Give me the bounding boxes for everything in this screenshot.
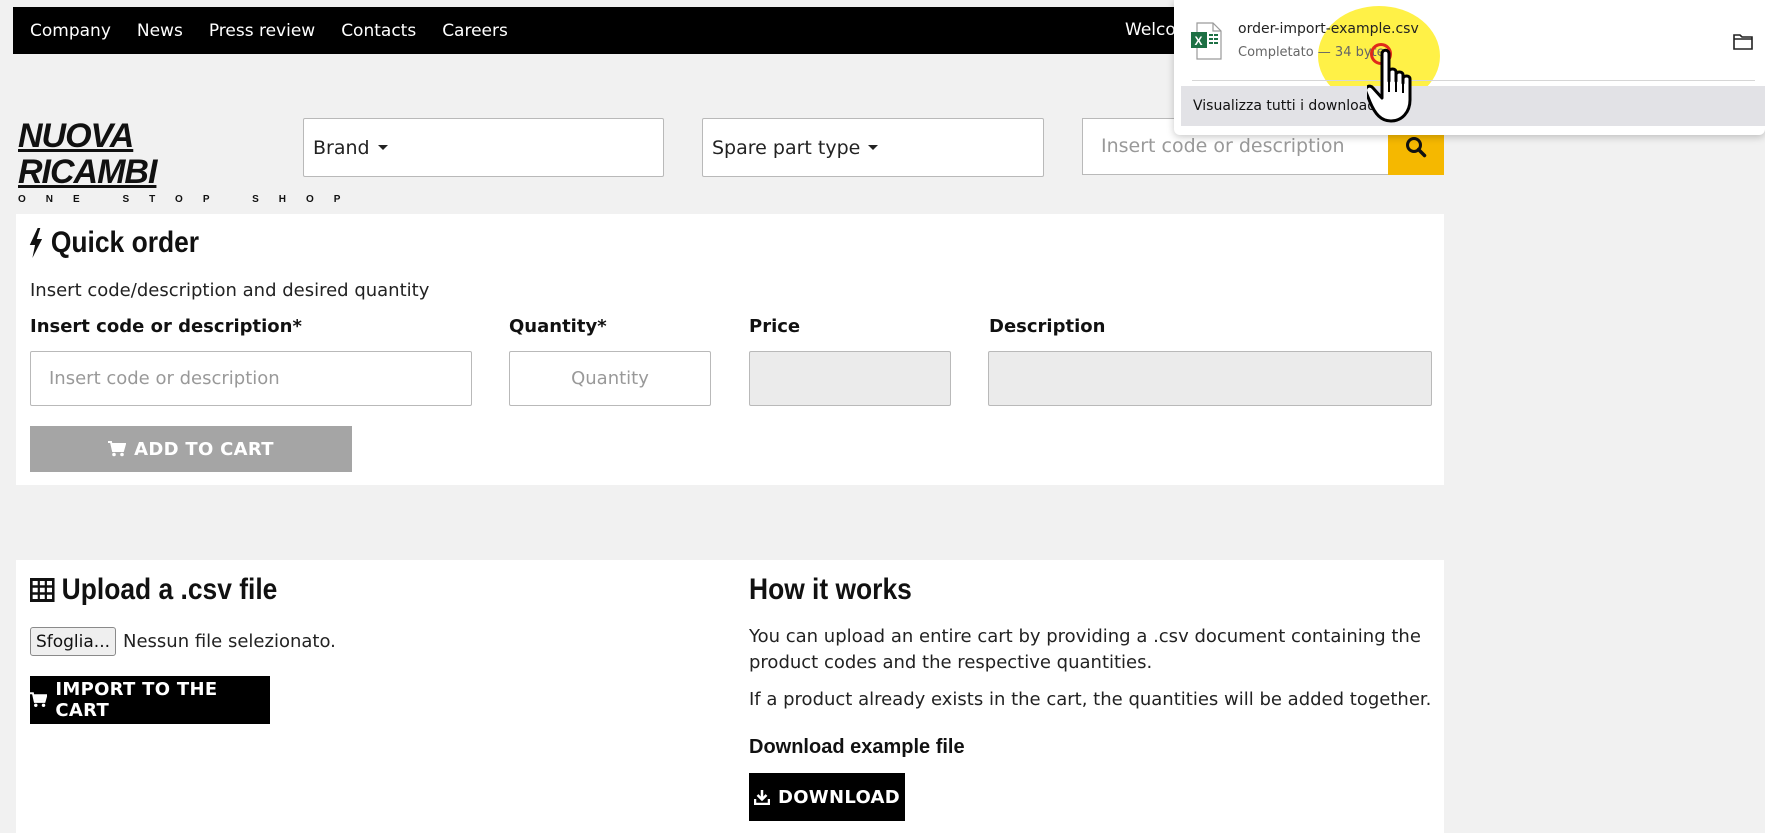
description-label: Description — [989, 316, 1106, 337]
nav-contacts[interactable]: Contacts — [341, 21, 416, 41]
quantity-label: Quantity* — [509, 316, 607, 337]
import-to-cart-label: IMPORT TO THE CART — [55, 679, 218, 721]
nav-careers[interactable]: Careers — [442, 21, 508, 41]
spare-part-type-select[interactable]: Spare part type — [702, 118, 1044, 177]
how-it-works-line-1: You can upload an entire cart by providi… — [749, 626, 1421, 647]
table-icon — [30, 578, 55, 602]
logo-wordmark: NUOVA RICAMBI — [18, 117, 157, 191]
welcome-text[interactable]: Welco — [1125, 7, 1176, 54]
code-input[interactable]: Insert code or description — [30, 351, 472, 406]
site-logo[interactable]: NUOVA RICAMBI ONE STOP SHOP — [18, 118, 340, 205]
hand-cursor-icon — [1367, 48, 1412, 123]
price-label: Price — [749, 316, 801, 337]
cart-icon — [30, 692, 48, 708]
download-filename[interactable]: order-import-example.csv — [1238, 21, 1419, 37]
caret-down-icon — [868, 145, 879, 150]
download-icon — [753, 790, 770, 805]
add-to-cart-label: ADD TO CART — [134, 438, 274, 460]
quick-order-title: Quick order — [50, 226, 200, 259]
caret-down-icon — [377, 145, 388, 150]
folder-icon[interactable] — [1733, 33, 1753, 50]
search-icon — [1406, 136, 1427, 157]
price-field — [749, 351, 951, 406]
import-to-cart-button[interactable]: IMPORT TO THE CART — [30, 676, 270, 724]
download-label: DOWNLOAD — [777, 786, 901, 808]
upload-csv-title: Upload a .csv file — [61, 573, 278, 606]
quantity-input[interactable]: Quantity — [509, 351, 711, 406]
how-it-works-heading: How it works — [749, 573, 912, 607]
show-all-downloads[interactable]: Visualizza tutti i download — [1181, 86, 1765, 126]
how-it-works-line-3: If a product already exists in the cart,… — [749, 689, 1432, 710]
nav-press-review[interactable]: Press review — [209, 21, 315, 41]
download-status: Completato — 34 byte — [1238, 45, 1385, 60]
popup-divider — [1192, 80, 1755, 81]
spare-part-type-label: Spare part type — [712, 136, 861, 159]
brand-select-label: Brand — [313, 136, 370, 159]
download-button[interactable]: DOWNLOAD — [749, 773, 905, 821]
add-to-cart-button[interactable]: ADD TO CART — [30, 426, 352, 472]
nav-news[interactable]: News — [137, 21, 183, 41]
nav-company[interactable]: Company — [30, 21, 111, 41]
logo-tagline: ONE STOP SHOP — [18, 194, 361, 205]
upload-csv-heading: Upload a .csv file — [30, 573, 277, 607]
code-label: Insert code or description* — [30, 316, 302, 337]
browse-file-button[interactable]: Sfoglia... — [30, 627, 116, 656]
download-example-label: Download example file — [749, 736, 965, 758]
description-field — [988, 351, 1432, 406]
cart-icon — [108, 441, 127, 457]
excel-file-icon[interactable]: X — [1190, 22, 1222, 60]
how-it-works-title: How it works — [749, 573, 912, 606]
how-it-works-line-2: product codes and the respective quantit… — [749, 652, 1153, 673]
svg-text:X: X — [1195, 34, 1203, 48]
nav-links: Company News Press review Contacts Caree… — [30, 7, 508, 54]
brand-select[interactable]: Brand — [303, 118, 664, 177]
quick-order-heading: Quick order — [28, 226, 199, 260]
bolt-icon — [29, 228, 43, 258]
quick-order-subtitle: Insert code/description and desired quan… — [30, 280, 430, 301]
no-file-selected-text: Nessun file selezionato. — [123, 631, 336, 652]
